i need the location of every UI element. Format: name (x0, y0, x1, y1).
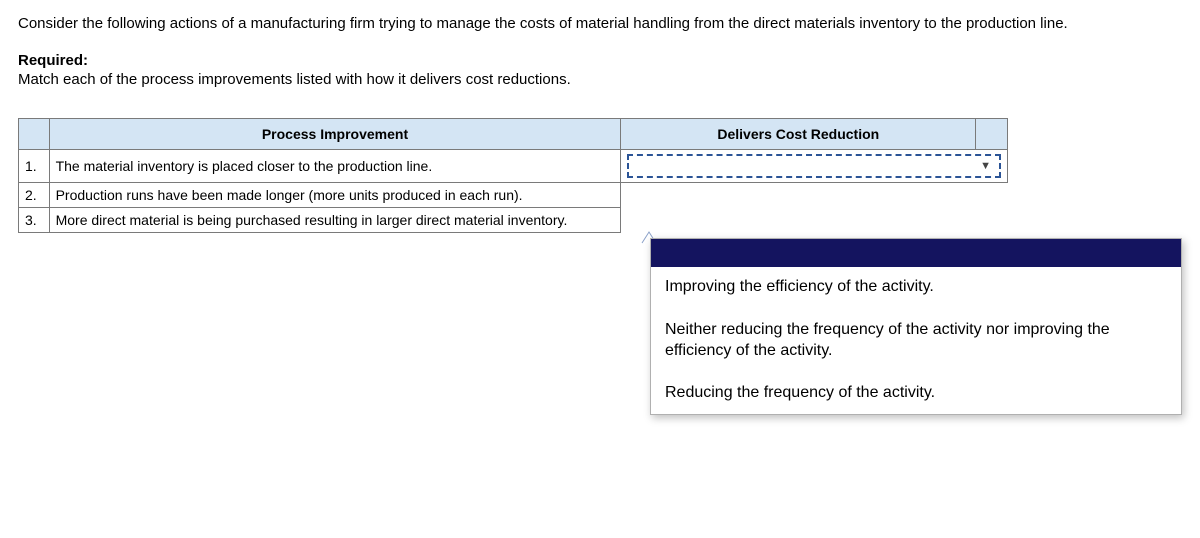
header-row: Process Improvement Delivers Cost Reduct… (19, 118, 1008, 149)
row-number: 3. (19, 207, 50, 232)
table-row: 3. More direct material is being purchas… (19, 207, 1008, 232)
answer-dropdown-1[interactable]: ▼ (621, 149, 1008, 182)
header-corner (19, 118, 50, 149)
dropdown-blank-option[interactable] (651, 239, 1181, 267)
required-label: Required: (18, 52, 1182, 69)
table-row: 1. The material inventory is placed clos… (19, 149, 1008, 182)
answer-cell-hidden (621, 182, 1008, 207)
instruction-text: Match each of the process improvements l… (18, 71, 1182, 88)
dropdown-option[interactable]: Neither reducing the frequency of the ac… (651, 310, 1181, 372)
dropdown-option[interactable]: Improving the efficiency of the activity… (651, 267, 1181, 308)
header-delivers: Delivers Cost Reduction (621, 118, 976, 149)
dropdown-option[interactable]: Reducing the frequency of the activity. (651, 373, 1181, 414)
dropdown-panel[interactable]: Improving the efficiency of the activity… (650, 238, 1182, 415)
intro-paragraph: Consider the following actions of a manu… (18, 14, 1158, 34)
table-row: 2. Production runs have been made longer… (19, 182, 1008, 207)
header-process: Process Improvement (49, 118, 621, 149)
process-cell: The material inventory is placed closer … (49, 149, 621, 182)
chevron-down-icon: ▼ (980, 160, 991, 172)
header-caret-space (976, 118, 1008, 149)
row-number: 1. (19, 149, 50, 182)
process-cell: More direct material is being purchased … (49, 207, 621, 232)
row-number: 2. (19, 182, 50, 207)
process-cell: Production runs have been made longer (m… (49, 182, 621, 207)
answer-cell-hidden (621, 207, 1008, 232)
question-table: Process Improvement Delivers Cost Reduct… (18, 118, 1008, 233)
